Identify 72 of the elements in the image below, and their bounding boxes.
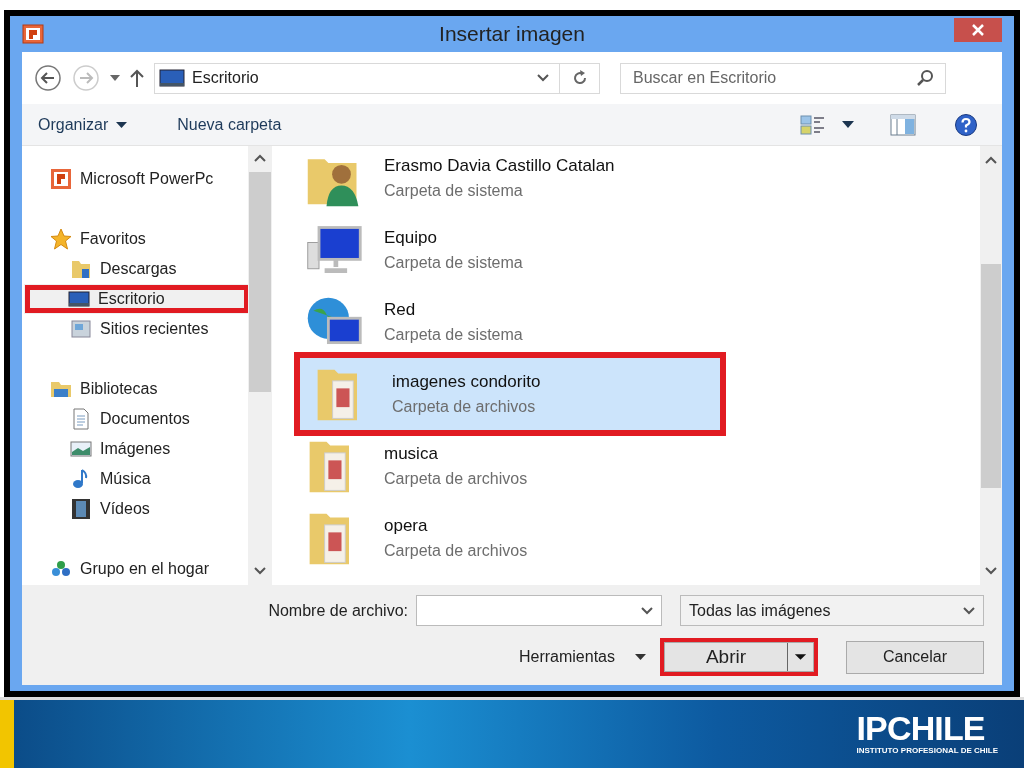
chevron-down-icon — [963, 606, 975, 615]
folder-type: Carpeta de archivos — [392, 396, 537, 417]
sidebar-item[interactable]: Bibliotecas — [26, 374, 248, 404]
sidebar-item[interactable]: Microsoft PowerPc — [26, 164, 248, 194]
filename-field[interactable] — [416, 595, 662, 626]
folder-type: Carpeta de archivos — [384, 540, 528, 561]
address-bar[interactable]: Escritorio — [154, 62, 600, 94]
star-icon — [50, 228, 72, 250]
back-icon[interactable] — [34, 64, 62, 92]
sidebar-item[interactable]: Escritorio — [24, 284, 248, 314]
chevron-down-icon — [641, 606, 653, 615]
open-button[interactable]: Abrir — [664, 642, 814, 672]
scroll-down-icon[interactable] — [985, 567, 997, 575]
file-type-dropdown[interactable]: Todas las imágenes — [680, 595, 984, 626]
scrollbar-thumb[interactable] — [981, 264, 1001, 488]
cancel-button[interactable]: Cancelar — [846, 640, 984, 674]
up-arrow-icon[interactable] — [130, 69, 144, 87]
sidebar-item[interactable]: Descargas — [26, 254, 248, 284]
folder-item[interactable]: Red Carpeta de sistema — [296, 286, 716, 358]
close-button[interactable] — [954, 18, 1002, 42]
window-title: Insertar imagen — [439, 21, 585, 48]
folder-type: Carpeta de sistema — [384, 252, 523, 273]
chevron-down-icon[interactable] — [537, 74, 549, 82]
scroll-up-icon[interactable] — [985, 156, 997, 164]
folder-item[interactable]: Erasmo Davia Castillo Catalan Carpeta de sistema — [296, 146, 716, 214]
film-icon — [70, 498, 92, 520]
filename-label: Nombre de archivo: — [268, 600, 408, 621]
folder-name: Equipo — [384, 227, 438, 250]
organize-menu-button[interactable]: Organizar — [38, 112, 128, 137]
folder-item[interactable]: opera Carpeta de archivos — [296, 502, 716, 574]
folder-name: Erasmo Davia Castillo Catalan — [384, 155, 615, 178]
scrollbar-thumb[interactable] — [249, 172, 271, 392]
folder-item[interactable]: Equipo Carpeta de sistema — [296, 214, 716, 286]
folder-name: Red — [384, 299, 417, 322]
dropdown-icon[interactable] — [842, 121, 854, 128]
powerpoint-icon — [22, 24, 44, 44]
folder-name: imagenes condorito — [392, 371, 541, 394]
sidebar-item[interactable]: Vídeos — [26, 494, 248, 524]
sidebar-item[interactable]: Sitios recientes — [26, 314, 248, 344]
folder-type: Carpeta de sistema — [384, 324, 523, 345]
picture-icon — [70, 438, 92, 460]
tools-menu-button[interactable]: Herramientas — [518, 645, 646, 669]
scroll-down-icon[interactable] — [254, 567, 266, 575]
folder-icon — [70, 258, 92, 280]
close-icon — [972, 24, 984, 36]
search-icon — [916, 68, 934, 87]
folder-type: Carpeta de sistema — [384, 180, 524, 201]
powerpoint-icon — [50, 168, 72, 190]
desktop-icon — [159, 69, 185, 87]
sidebar-item[interactable]: Grupo en el hogar — [26, 554, 248, 584]
search-field[interactable]: Buscar en Escritorio — [620, 62, 946, 94]
scroll-up-icon[interactable] — [254, 154, 266, 162]
logo-tagline: INSTITUTO PROFESIONAL DE CHILE — [856, 745, 998, 757]
sidebar-item[interactable]: Favoritos — [26, 224, 248, 254]
desktop-icon — [68, 288, 90, 310]
sidebar-item[interactable]: Imágenes — [26, 434, 248, 464]
accent-stripe — [0, 700, 14, 768]
dropdown-icon — [116, 121, 128, 128]
folder-name: musica — [384, 443, 439, 466]
dropdown-icon — [635, 654, 646, 660]
new-folder-button[interactable]: Nueva carpeta — [177, 112, 282, 137]
address-text: Escritorio — [192, 68, 259, 88]
sidebar-item[interactable]: Documentos — [26, 404, 248, 434]
folder-item[interactable]: musica Carpeta de archivos — [296, 430, 716, 502]
logo-text: IPCHILE — [856, 711, 985, 745]
folder-type: Carpeta de archivos — [384, 468, 528, 489]
document-icon — [70, 408, 92, 430]
sidebar-item[interactable]: Música — [26, 464, 248, 494]
folder-name: opera — [384, 515, 429, 538]
help-icon[interactable] — [954, 112, 978, 137]
recent-places-icon — [70, 318, 92, 340]
view-options-icon[interactable] — [800, 113, 826, 136]
